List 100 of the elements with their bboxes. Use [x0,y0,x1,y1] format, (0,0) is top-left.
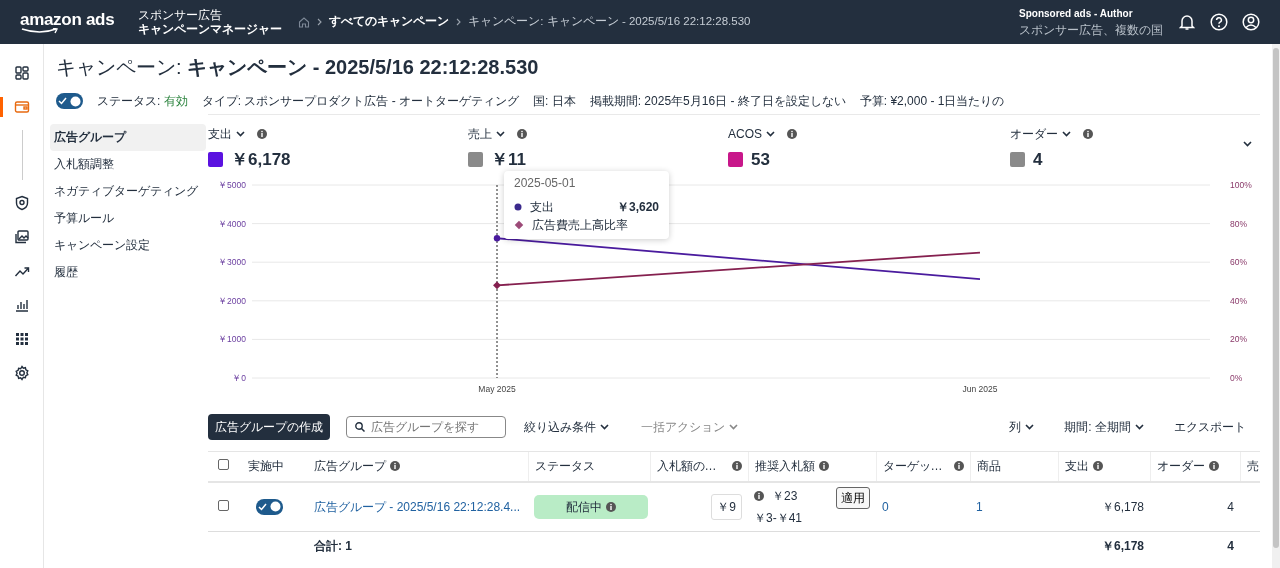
metric-selector[interactable]: ACOS [728,125,762,143]
axis-label: ￥3000 [218,257,246,268]
info-icon[interactable] [818,461,829,472]
caret-icon [766,131,775,137]
info-icon[interactable] [257,129,267,139]
toggle-switch[interactable] [56,93,83,109]
column-header[interactable]: 支出 [1064,457,1089,476]
images-icon[interactable] [14,229,30,245]
apply-button[interactable]: 適用 [836,486,870,509]
select-all-checkbox[interactable] [218,459,229,471]
dashboard-icon[interactable] [14,65,30,81]
wallet-icon[interactable] [14,99,30,115]
info-icon[interactable] [606,501,616,512]
targets-link[interactable]: 0 [882,499,889,514]
tooltip-date: 2025-05-01 [514,175,577,192]
axis-label: ￥2000 [218,295,246,306]
account-icon[interactable] [1242,13,1260,31]
toggle-switch[interactable] [256,498,283,515]
info-icon[interactable] [754,490,764,501]
help-icon[interactable] [1210,13,1228,31]
info-icon[interactable] [953,461,964,472]
info-icon[interactable] [1208,461,1219,472]
spend-value: ￥6,178 [1101,499,1144,514]
toggle-knob [70,95,81,107]
campaign-detail: 国: 日本 [533,93,576,110]
axis-label: Jun 2025 [962,384,998,394]
metric-selector[interactable]: 売上 [468,125,492,143]
ad-group-link[interactable]: 広告グループ - 2025/5/16 22:12:28.4... [314,499,521,514]
breadcrumb-link[interactable]: すべてのキャンペーン [329,13,450,31]
campaign-detail: ステータス: 有効 [97,93,188,110]
apps-grid-icon[interactable] [14,331,30,347]
info-icon[interactable] [517,129,527,139]
caret-icon [1062,131,1071,137]
caret-icon [496,131,505,137]
side-nav-item[interactable]: 履歴 [50,259,206,286]
side-nav-item[interactable]: 予算ルール [50,205,206,232]
campaign-detail: タイプ: スポンサープロダクト広告 - オートターゲティング [201,93,519,110]
axis-label: ￥4000 [218,218,246,229]
axis-label: 0% [1230,373,1243,383]
row-checkbox[interactable] [218,499,229,511]
axis-label: 80% [1230,218,1247,229]
axis-label: ￥1000 [218,334,246,345]
tooltip-value: ￥3,620 [616,199,659,216]
suggested-bid-range: ￥3-￥41 [754,509,803,527]
axis-label: 60% [1230,257,1247,268]
metric-selector[interactable]: オーダー [1010,125,1058,143]
check-icon [58,97,67,105]
column-header[interactable]: 商品 [976,457,1001,476]
axis-label: ￥0 [232,373,246,383]
notification-bell-icon[interactable] [1179,13,1195,31]
check-icon [258,502,267,511]
create-ad-group-button[interactable]: 広告グループの作成 [208,414,330,440]
info-icon[interactable] [731,461,742,472]
caret-icon [1025,424,1035,430]
home-icon[interactable] [298,16,311,28]
metric-value: ￥6,178 [231,149,291,171]
dropdown-button[interactable]: 一括アクション [641,418,738,436]
dropdown-button[interactable]: 絞り込み条件 [524,418,609,436]
products-link[interactable]: 1 [976,499,983,514]
dropdown-button[interactable]: 列 [1009,418,1035,436]
info-icon[interactable] [1092,461,1103,472]
total-orders: 4 [1227,538,1234,553]
info-icon[interactable] [787,129,797,139]
column-header[interactable]: 実施中 [248,457,284,476]
toggle-knob [270,501,281,513]
metric-selector[interactable]: 支出 [208,125,232,143]
account-name[interactable]: Sponsored ads - Author [1019,5,1163,21]
campaign-detail: 掲載期間: 2025年5月16日 - 終了日を設定しない [589,93,846,110]
shield-icon[interactable] [14,195,30,211]
breadcrumb-link[interactable]: キャンペーン: キャンペーン - 2025/5/16 22:12:28.530 [468,13,751,31]
app-name: キャンペーンマネージャー [138,22,283,37]
axis-label: 20% [1230,334,1247,345]
side-nav-item[interactable]: ネガティブターゲティング [50,178,206,205]
scrollbar-thumb[interactable] [1273,48,1279,548]
dropdown-button[interactable]: 期間: 全期間 [1064,418,1144,436]
caret-icon [1135,424,1144,430]
side-nav-item[interactable]: 広告グループ [50,124,206,151]
expand-chevron-icon[interactable] [1243,141,1252,147]
axis-label: May 2025 [478,384,516,394]
total-label: 合計: 1 [314,538,352,553]
side-nav-item[interactable]: 入札額調整 [50,151,206,178]
axis-label: 40% [1230,295,1247,306]
caret-icon [600,424,609,430]
search-field[interactable]: 広告グループを探す [346,416,506,438]
orders-value: 4 [1227,499,1234,514]
export-button[interactable]: エクスポート [1174,418,1246,436]
caret-icon [236,131,245,137]
logo: amazon ads [20,10,115,34]
metric-value: ￥11 [491,149,526,171]
column-header[interactable]: 広告グループ [314,457,386,476]
axis-label: ￥5000 [218,180,246,190]
bar-chart-icon[interactable] [14,297,30,313]
info-icon[interactable] [1083,129,1093,139]
chevron-icon [317,18,323,26]
total-spend: ￥6,178 [1101,538,1144,553]
side-nav-item[interactable]: キャンペーン設定 [50,232,206,259]
info-icon[interactable] [390,461,400,472]
bid-field[interactable]: ￥9 [711,493,742,520]
settings-icon[interactable] [14,365,30,381]
metric-value: 53 [751,149,770,171]
